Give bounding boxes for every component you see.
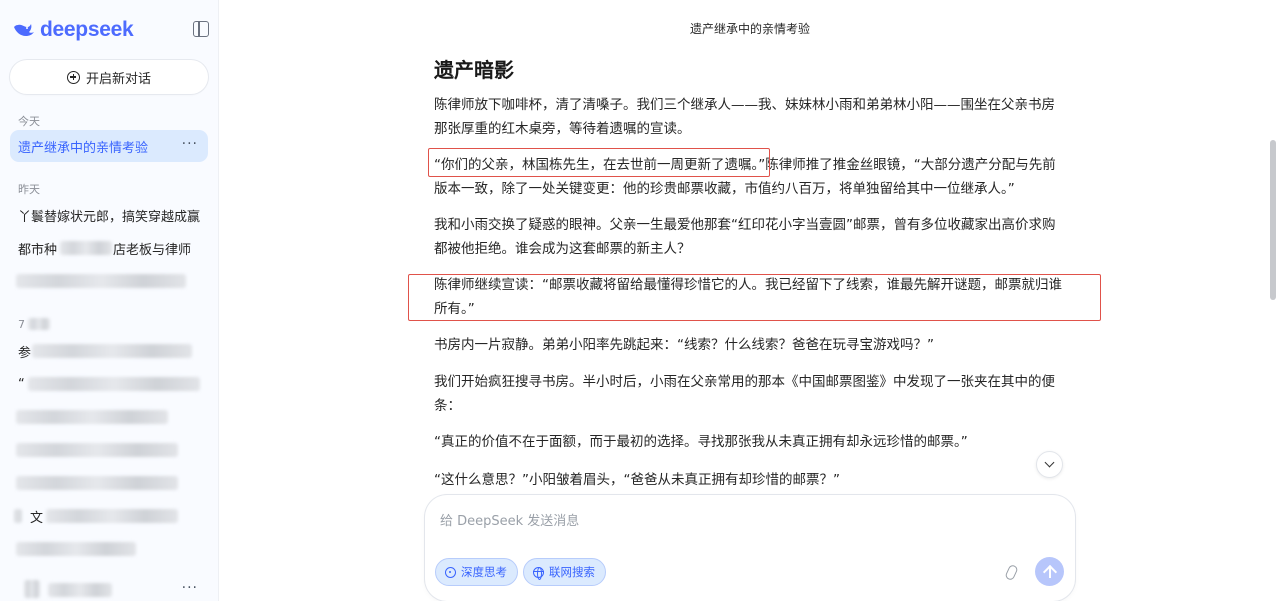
message-composer[interactable]: 给 DeepSeek 发送消息 深度思考 联网搜索 bbox=[425, 495, 1075, 601]
paperclip-icon[interactable] bbox=[1004, 563, 1019, 582]
scrollbar[interactable] bbox=[1270, 140, 1276, 300]
conversation-item[interactable] bbox=[10, 434, 208, 466]
conversation-item[interactable]: 都市种 店老板与律师 bbox=[10, 232, 208, 264]
redacted-blur bbox=[60, 241, 112, 255]
group-label-older: 7 bbox=[18, 318, 25, 331]
redacted-blur bbox=[46, 509, 178, 523]
new-chat-label: 开启新对话 bbox=[85, 71, 151, 87]
chat-main: 遗产继承中的亲情考验 遗产暗影 陈律师放下咖啡杯，清了清嗓子。我们三个继承人——… bbox=[220, 0, 1280, 601]
conversation-item[interactable]: “ bbox=[10, 368, 208, 400]
conversation-item[interactable]: ··· bbox=[10, 574, 208, 601]
group-label-today: 今天 bbox=[18, 115, 40, 128]
conversation-title-tail: 店老板与律师 bbox=[113, 242, 192, 258]
highlight-box bbox=[408, 274, 1101, 321]
more-icon[interactable]: ··· bbox=[182, 136, 198, 152]
sidebar-toggle-icon[interactable] bbox=[193, 21, 209, 37]
more-icon[interactable]: ··· bbox=[182, 580, 198, 596]
arrow-up-icon bbox=[1044, 565, 1056, 579]
logo-text: deepseek bbox=[40, 18, 134, 41]
highlight-box bbox=[428, 148, 770, 177]
message-input[interactable]: 给 DeepSeek 发送消息 bbox=[440, 510, 579, 529]
redacted-blur bbox=[32, 344, 192, 358]
paragraph: “真正的价值不在于面额，而于最初的选择。寻找那张我从未真正拥有却永远珍惜的邮票。… bbox=[434, 434, 968, 450]
new-chat-button[interactable]: 开启新对话 bbox=[10, 60, 208, 94]
atom-icon bbox=[445, 566, 456, 578]
conversation-title: 文 bbox=[30, 510, 44, 526]
conversation-item[interactable]: 丫鬟替嫁状元郎，搞笑穿越成赢 bbox=[10, 199, 208, 231]
whale-logo-icon bbox=[14, 24, 34, 36]
conversation-item[interactable] bbox=[10, 265, 208, 297]
redacted-blur bbox=[14, 509, 22, 523]
chevron-down-icon bbox=[1044, 457, 1055, 468]
redacted-blur bbox=[16, 476, 178, 490]
deep-think-button[interactable]: 深度思考 bbox=[435, 558, 518, 586]
redacted-blur bbox=[28, 377, 200, 391]
conversation-header-title: 遗产继承中的亲情考验 bbox=[689, 22, 810, 36]
paragraph: 陈律师放下咖啡杯，清了清嗓子。我们三个继承人——我、妹妹林小雨和弟弟林小阳——围… bbox=[434, 97, 1055, 137]
paragraph: 我和小雨交换了疑惑的眼神。父亲一生最爱他那套“红印花小字当壹圆”邮票，曾有多位收… bbox=[434, 217, 1056, 257]
conversation-title: 都市种 bbox=[18, 242, 58, 258]
web-search-button[interactable]: 联网搜索 bbox=[523, 558, 606, 586]
conversation-title: “ bbox=[18, 376, 25, 392]
conversation-title: 丫鬟替嫁状元郎，搞笑穿越成赢 bbox=[18, 209, 201, 225]
web-search-label: 联网搜索 bbox=[549, 565, 595, 579]
logo[interactable]: deepseek bbox=[12, 16, 212, 44]
conversation-title: 参 bbox=[18, 345, 32, 361]
paragraph: “这什么意思？”小阳皱着眉头，“爸爸从未真正拥有却珍惜的邮票？” bbox=[434, 472, 840, 488]
paragraph: 我们开始疯狂搜寻书房。半小时后，小雨在父亲常用的那本《中国邮票图鉴》中发现了一张… bbox=[434, 374, 1055, 414]
redacted-blur bbox=[48, 583, 112, 597]
redacted-blur bbox=[16, 274, 186, 288]
paragraph: 书房内一片寂静。弟弟小阳率先跳起来：“线索？什么线索？爸爸在玩寻宝游戏吗？” bbox=[434, 337, 934, 353]
conversation-item[interactable] bbox=[10, 401, 208, 433]
send-button[interactable] bbox=[1035, 557, 1064, 586]
deep-think-label: 深度思考 bbox=[461, 565, 507, 579]
conversation-title: 遗产继承中的亲情考验 bbox=[18, 140, 149, 156]
conversation-item[interactable]: 文 bbox=[10, 500, 208, 532]
group-label-yesterday: 昨天 bbox=[18, 183, 40, 196]
conversation-item[interactable]: 参 bbox=[10, 335, 208, 367]
scroll-to-bottom-button[interactable] bbox=[1036, 451, 1063, 478]
conversation-item-active[interactable]: 遗产继承中的亲情考验 ··· bbox=[10, 130, 208, 162]
redacted-blur bbox=[16, 542, 136, 556]
globe-icon bbox=[533, 566, 544, 580]
redacted-blur bbox=[24, 580, 40, 598]
redacted-blur bbox=[16, 443, 178, 457]
conversation-item[interactable] bbox=[10, 533, 208, 565]
sidebar: deepseek 开启新对话 今天 遗产继承中的亲情考验 ··· 昨天 丫鬟替嫁… bbox=[0, 0, 219, 601]
conversation-item[interactable] bbox=[10, 467, 208, 499]
plus-circle-icon bbox=[66, 70, 80, 84]
redacted-blur bbox=[16, 410, 168, 424]
story-heading: 遗产暗影 bbox=[434, 58, 514, 82]
redacted-blur bbox=[28, 318, 50, 330]
